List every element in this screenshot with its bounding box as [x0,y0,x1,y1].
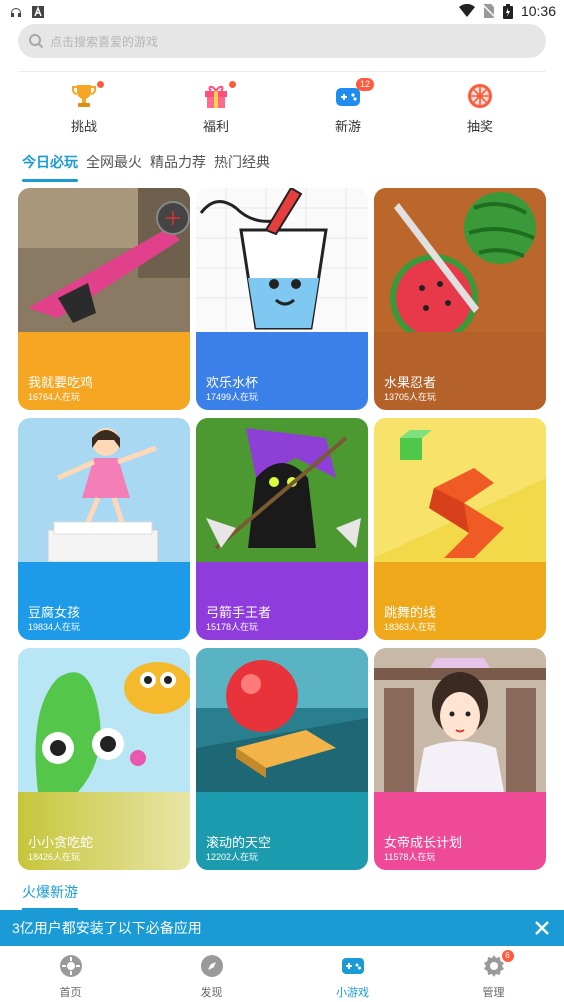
game-title: 女帝成长计划 [384,835,463,850]
nav-label: 小游戏 [336,987,369,999]
lottery-wheel-icon [468,84,492,108]
game-title: 小小贪吃蛇 [28,835,94,850]
category-tabs: 今日必玩 全网最火 精品力荐 热门经典 [22,152,270,182]
game-title: 豆腐女孩 [28,605,81,620]
players-count: 19834人在玩 [28,622,81,632]
nav-label: 管理 [482,987,505,999]
players-count: 17499人在玩 [206,392,259,402]
trophy-icon [72,85,96,107]
game-artwork [196,188,368,332]
new-games-badge: 12 [356,78,374,91]
search-icon [29,34,44,49]
nav-label: 发现 [200,987,223,999]
game-title: 弓箭手王者 [206,605,272,620]
quick-action-label: 福利 [202,119,229,134]
quick-action-challenge[interactable]: 挑战 [18,78,150,134]
close-icon[interactable] [532,918,552,938]
players-count: 15178人在玩 [206,622,259,632]
mini-game-icon [341,958,364,974]
wifi-icon [458,4,475,17]
game-title: 滚动的天空 [206,835,272,850]
game-card[interactable]: 豆腐女孩 19834人在玩 [18,418,190,640]
game-card[interactable]: 滚动的天空 12202人在玩 [196,648,368,870]
game-artwork [196,648,368,792]
search-input[interactable]: 点击搜索喜爱的游戏 [50,33,158,50]
tab-classics[interactable]: 热门经典 [214,152,270,182]
quick-action-label: 抽奖 [466,119,493,134]
game-title: 水果忍者 [384,375,437,390]
game-grid: 我就要吃鸡 16764人在玩 欢乐水杯 17499人在玩 水果忍者 13705人… [18,188,546,870]
nav-manage[interactable]: 6 管理 [423,946,564,1002]
quick-action-lottery[interactable]: 抽奖 [414,78,546,134]
nav-mini-games[interactable]: 小游戏 [282,946,423,1002]
no-sim-icon [482,4,495,18]
game-artwork [18,418,190,562]
game-card[interactable]: 跳舞的线 18363人在玩 [374,418,546,640]
status-bar: 10:36 [0,0,564,24]
quick-action-label: 挑战 [70,119,97,134]
nav-discover[interactable]: 发现 [141,946,282,1002]
notification-dot [97,81,104,88]
gift-icon [205,85,227,108]
status-time: 10:36 [520,3,556,19]
players-count: 13705人在玩 [384,392,437,402]
game-artwork [196,418,368,562]
game-card[interactable]: 欢乐水杯 17499人在玩 [196,188,368,410]
game-title: 欢乐水杯 [206,375,259,390]
quick-action-welfare[interactable]: 福利 [150,78,282,134]
nav-label: 首页 [59,987,82,999]
banner-text: 3亿用户都安装了以下必备应用 [12,920,202,936]
headset-notification-icon [11,8,21,17]
divider [18,71,546,72]
battery-icon [502,3,513,19]
tab-today-must-play[interactable]: 今日必玩 [22,152,78,182]
game-title: 我就要吃鸡 [28,375,94,390]
players-count: 11578人在玩 [384,852,436,862]
players-count: 18363人在玩 [384,622,437,632]
section-title-hot-new-games[interactable]: 火爆新游 [22,882,78,910]
quick-action-label: 新游 [334,119,361,134]
search-bar[interactable]: 点击搜索喜爱的游戏 [18,24,546,58]
compass-icon [200,955,223,977]
home-icon [59,955,82,977]
game-card[interactable]: 弓箭手王者 15178人在玩 [196,418,368,640]
manage-badge: 6 [501,950,514,962]
game-artwork [374,648,546,792]
game-card[interactable]: 女帝成长计划 11578人在玩 [374,648,546,870]
game-artwork [374,418,546,562]
tab-hottest[interactable]: 全网最火 [86,152,142,182]
game-card[interactable]: 小小贪吃蛇 18426人在玩 [18,648,190,870]
game-artwork [18,648,190,792]
game-title: 跳舞的线 [384,605,437,620]
nav-home[interactable]: 首页 [0,946,141,1002]
players-count: 16764人在玩 [28,392,81,402]
notification-dot [229,81,236,88]
font-notification-icon [32,6,44,18]
game-artwork [18,188,190,332]
quick-actions: 挑战 福利 12 新游 抽奖 [18,78,546,134]
game-card[interactable]: 我就要吃鸡 16764人在玩 [18,188,190,410]
game-card[interactable]: 水果忍者 13705人在玩 [374,188,546,410]
bottom-nav: 首页 发现 小游戏 6 管理 [0,946,564,1002]
players-count: 18426人在玩 [28,852,81,862]
game-artwork [374,188,546,332]
quick-action-new-games[interactable]: 12 新游 [282,78,414,134]
promo-banner[interactable]: 3亿用户都安装了以下必备应用 [0,910,564,946]
tab-recommended[interactable]: 精品力荐 [150,152,206,182]
players-count: 12202人在玩 [206,852,259,862]
